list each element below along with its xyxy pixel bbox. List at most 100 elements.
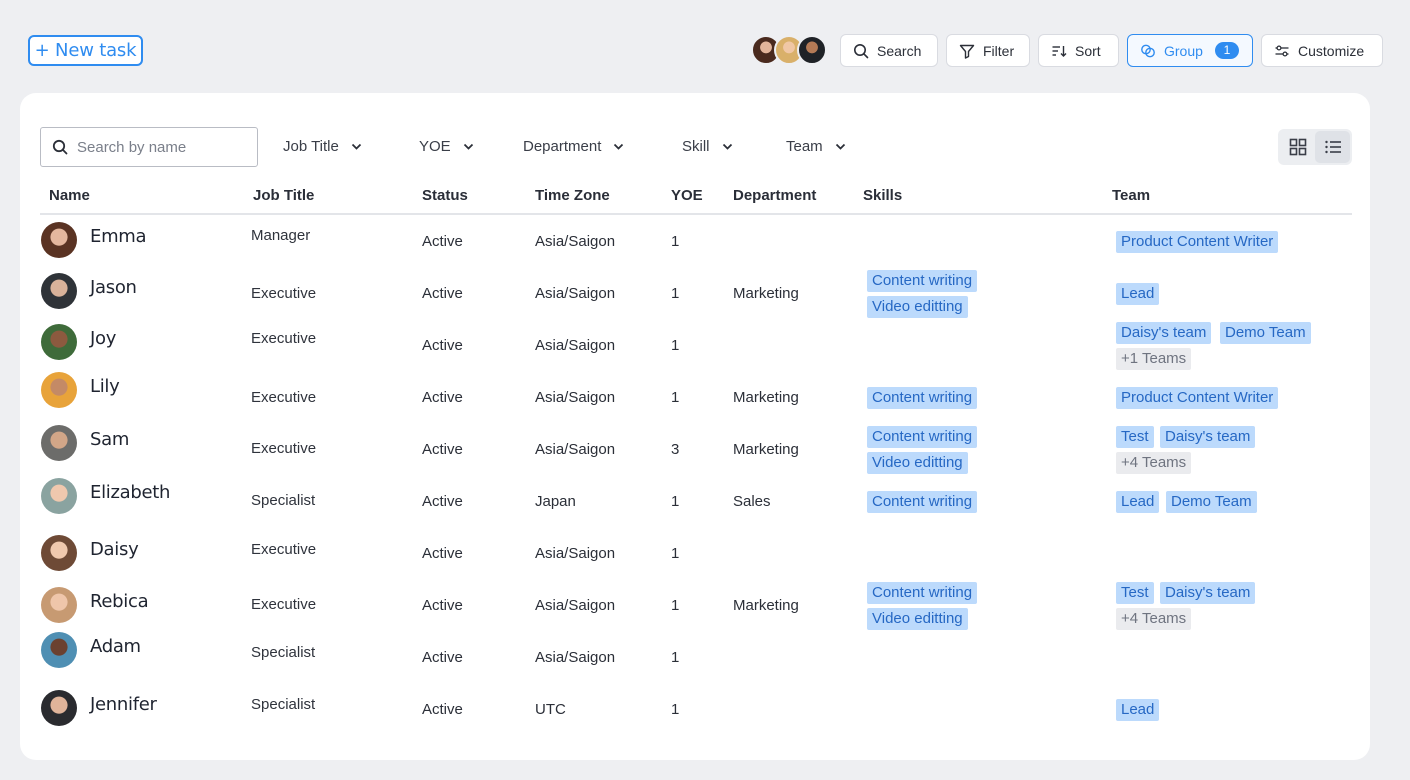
group-button-label: Group bbox=[1164, 42, 1203, 59]
list-icon bbox=[1324, 140, 1341, 154]
team-chip: Daisy's team bbox=[1116, 322, 1212, 344]
table-row[interactable]: Jason Executive Active Asia/Saigon 1 Marketin… bbox=[40, 263, 1352, 323]
job-title-filter-label: Job Title bbox=[283, 138, 339, 155]
yoe-value: 1 bbox=[671, 597, 680, 614]
column-header-status[interactable]: Status bbox=[422, 187, 468, 204]
grid-icon bbox=[1289, 138, 1306, 156]
skill-chip: Content writing bbox=[867, 491, 978, 513]
filter-icon bbox=[959, 44, 975, 59]
yoe-value: 1 bbox=[671, 337, 680, 354]
member-name[interactable]: Rebica bbox=[90, 591, 149, 612]
column-header-job-title[interactable]: Job Title bbox=[253, 187, 314, 204]
job-title-filter-dropdown[interactable]: Job Title bbox=[283, 138, 362, 155]
column-header-team[interactable]: Team bbox=[1112, 187, 1150, 204]
member-name[interactable]: Emma bbox=[90, 226, 147, 247]
search-by-name-field[interactable] bbox=[40, 127, 258, 167]
avatar bbox=[41, 587, 77, 623]
department: Marketing bbox=[733, 597, 799, 614]
column-header-yoe[interactable]: YOE bbox=[671, 187, 703, 204]
search-icon bbox=[52, 139, 68, 155]
sort-button[interactable]: Sort bbox=[1038, 34, 1119, 67]
member-name[interactable]: Joy bbox=[90, 328, 116, 349]
team-chip: Demo Team bbox=[1166, 491, 1257, 513]
time-zone: UTC bbox=[535, 701, 566, 718]
team-chip: Test bbox=[1116, 582, 1154, 604]
grid-view-button[interactable] bbox=[1280, 131, 1315, 163]
search-button[interactable]: Search bbox=[840, 34, 938, 67]
skill-chip: Content writing bbox=[867, 426, 978, 448]
column-header-department[interactable]: Department bbox=[733, 187, 816, 204]
avatar bbox=[41, 222, 77, 258]
time-zone: Japan bbox=[535, 493, 576, 510]
sort-icon bbox=[1052, 45, 1067, 57]
time-zone: Asia/Saigon bbox=[535, 337, 616, 354]
group-button[interactable]: Group 1 bbox=[1127, 34, 1253, 67]
team-chip: Product Content Writer bbox=[1116, 231, 1279, 253]
table-row[interactable]: Emma Manager Active Asia/Saigon 1 Product Con… bbox=[40, 211, 1352, 271]
list-view-button[interactable] bbox=[1315, 131, 1350, 163]
skill-chip: Content writing bbox=[867, 270, 978, 292]
table-row[interactable]: Jennifer Specialist Active UTC 1 Lead bbox=[40, 679, 1352, 739]
team-filter-label: Team bbox=[786, 138, 823, 155]
filter-button[interactable]: Filter bbox=[946, 34, 1030, 67]
status-text: Active bbox=[422, 545, 463, 562]
team-chip: Lead bbox=[1116, 283, 1160, 305]
status-text: Active bbox=[422, 493, 463, 510]
table-row[interactable]: Lily Executive Active Asia/Saigon 1 Marketing… bbox=[40, 367, 1352, 427]
chevron-down-icon bbox=[722, 143, 732, 150]
job-title: Manager bbox=[251, 227, 311, 244]
yoe-value: 1 bbox=[671, 285, 680, 302]
avatar bbox=[41, 425, 77, 461]
member-name[interactable]: Lily bbox=[90, 376, 120, 397]
team-filter-dropdown[interactable]: Team bbox=[786, 138, 846, 155]
department-filter-dropdown[interactable]: Department bbox=[523, 138, 624, 155]
job-title: Executive bbox=[251, 389, 317, 406]
team-chip: Daisy's team bbox=[1160, 426, 1256, 448]
member-name[interactable]: Adam bbox=[90, 636, 141, 657]
new-task-button[interactable]: + New task bbox=[28, 35, 143, 66]
search-by-name-input[interactable] bbox=[77, 138, 237, 156]
customize-button-label: Customize bbox=[1298, 42, 1365, 59]
table-row[interactable]: Sam Executive Active Asia/Saigon 3 Marketing C… bbox=[40, 419, 1352, 479]
status-text: Active bbox=[422, 337, 463, 354]
yoe-value: 1 bbox=[671, 493, 680, 510]
group-icon bbox=[1141, 44, 1155, 57]
avatar bbox=[41, 324, 77, 360]
table-row[interactable]: Adam Specialist Active Asia/Saigon 1 bbox=[40, 627, 1352, 687]
team-chip: Daisy's team bbox=[1160, 582, 1256, 604]
yoe-value: 1 bbox=[671, 649, 680, 666]
column-header-time-zone[interactable]: Time Zone bbox=[535, 187, 610, 204]
customize-button[interactable]: Customize bbox=[1261, 34, 1383, 67]
skill-filter-dropdown[interactable]: Skill bbox=[682, 138, 733, 155]
table-row[interactable]: Daisy Executive Active Asia/Saigon 1 bbox=[40, 523, 1352, 583]
group-count-badge: 1 bbox=[1214, 42, 1239, 59]
member-name[interactable]: Sam bbox=[90, 429, 129, 450]
view-toggle bbox=[1278, 129, 1352, 165]
status-text: Active bbox=[422, 649, 463, 666]
table-row[interactable]: Rebica Executive Active Asia/Saigon 1 Marketi… bbox=[40, 575, 1352, 635]
skill-chip: Content writing bbox=[867, 387, 978, 409]
job-title: Executive bbox=[251, 596, 317, 613]
time-zone: Asia/Saigon bbox=[535, 597, 616, 614]
column-header-name[interactable]: Name bbox=[49, 187, 90, 204]
status-text: Active bbox=[422, 441, 463, 458]
column-header-skills[interactable]: Skills bbox=[863, 187, 902, 204]
member-name[interactable]: Elizabeth bbox=[90, 482, 170, 503]
table-row[interactable]: Elizabeth Specialist Active Japan 1 Sales Cont… bbox=[40, 471, 1352, 531]
yoe-filter-dropdown[interactable]: YOE bbox=[419, 138, 474, 155]
chevron-down-icon bbox=[351, 143, 362, 150]
member-name[interactable]: Daisy bbox=[90, 539, 139, 560]
avatar bbox=[41, 273, 77, 309]
collaborator-avatars[interactable] bbox=[751, 35, 831, 65]
job-title: Executive bbox=[251, 541, 317, 558]
time-zone: Asia/Saigon bbox=[535, 545, 616, 562]
member-name[interactable]: Jason bbox=[90, 277, 137, 298]
avatar bbox=[797, 35, 827, 65]
member-name[interactable]: Jennifer bbox=[90, 694, 157, 715]
status-text: Active bbox=[422, 701, 463, 718]
yoe-value: 1 bbox=[671, 545, 680, 562]
chevron-down-icon bbox=[463, 143, 473, 150]
sort-button-label: Sort bbox=[1075, 42, 1101, 59]
table-row[interactable]: Joy Executive Active Asia/Saigon 1 Daisy's te… bbox=[40, 315, 1352, 375]
status-text: Active bbox=[422, 233, 463, 250]
